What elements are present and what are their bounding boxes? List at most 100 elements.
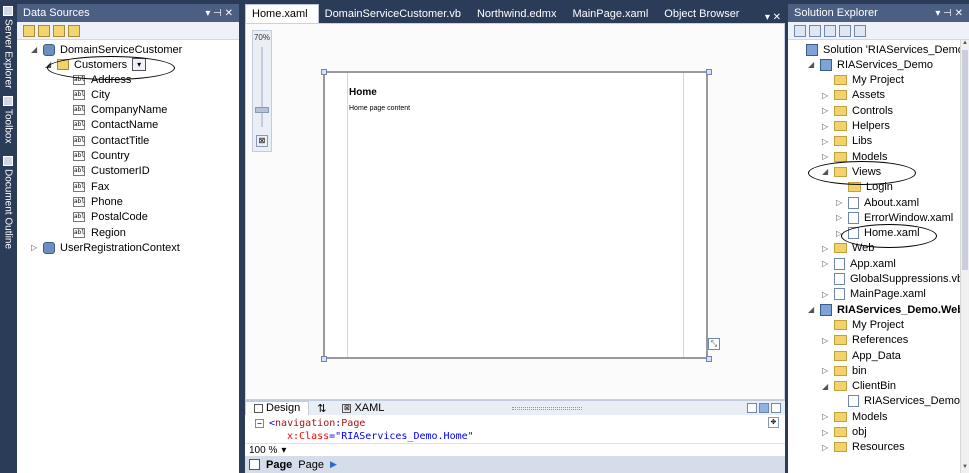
document-outline-tab[interactable]: Document Outline (1, 156, 15, 249)
tab-document[interactable]: DomainServiceCustomer.vb (319, 5, 471, 23)
expand-right-icon[interactable]: ▷ (836, 229, 844, 238)
breadcrumb-next[interactable]: Page (298, 459, 324, 471)
solution-tree-item[interactable]: ▷ App.xaml (822, 256, 896, 271)
tab-xaml[interactable]: ⊠ XAML (334, 401, 392, 416)
outline-collapse-icon[interactable]: − (255, 419, 264, 428)
horizontal-split-icon[interactable] (759, 403, 769, 413)
expand-right-icon[interactable]: ▷ (822, 137, 830, 146)
solution-tree-item[interactable]: My Project (822, 317, 904, 332)
breadcrumb-arrow-icon[interactable]: ▶ (330, 459, 337, 470)
solution-tree-item[interactable]: ▷ Helpers (822, 119, 890, 134)
expand-down-icon[interactable]: ◢ (822, 382, 830, 391)
fit-to-view-icon[interactable]: ⊠ (256, 135, 268, 147)
design-canvas[interactable]: 70% ⊠ Home Home page content ⤡ (245, 23, 785, 400)
expand-right-icon[interactable]: ▷ (822, 244, 830, 253)
resize-handle-top-left[interactable] (321, 69, 327, 75)
resize-handle-bottom-right[interactable] (706, 356, 712, 362)
tree-node-field[interactable]: abl City (73, 87, 110, 102)
expand-right-icon[interactable]: ▷ (822, 290, 830, 299)
toolbox-tab[interactable]: Toolbox (1, 96, 15, 143)
solution-tree-item[interactable]: RIAServices_Demo.xa (836, 394, 969, 409)
solution-tree-item[interactable]: GlobalSuppressions.vb (822, 272, 963, 287)
customers-dropdown-button[interactable]: ▾ (132, 58, 147, 71)
tree-node-customers[interactable]: ◢ Customers ▾ (45, 57, 147, 72)
splitter-grip[interactable] (512, 406, 583, 410)
zoom-slider[interactable]: 70% ⊠ (252, 30, 272, 152)
tab-document[interactable]: Home.xaml (245, 4, 319, 23)
expand-right-icon[interactable]: ▷ (822, 412, 830, 421)
solution-tree-item[interactable]: ▷ About.xaml (836, 195, 919, 210)
xaml-code-pane[interactable]: − <navigation:Page x:Class="RIAServices_… (245, 415, 785, 443)
expand-right-icon[interactable]: ▷ (822, 366, 830, 375)
expand-down-icon[interactable]: ◢ (45, 60, 53, 69)
scroll-thumb[interactable] (962, 50, 968, 270)
expand-right-icon[interactable]: ▷ (836, 198, 844, 207)
panel-window-controls[interactable]: ▾ ⊣ ✕ (205, 8, 233, 19)
tree-node-field[interactable]: abl PostalCode (73, 210, 148, 225)
tree-node-field[interactable]: abl ContactTitle (73, 133, 149, 148)
expand-right-icon[interactable]: ▷ (822, 91, 830, 100)
code-pane-scroll-icon[interactable]: ✥ (768, 417, 779, 428)
solution-tree-item[interactable]: Login (836, 180, 893, 195)
solution-tree-item[interactable]: ▷ MainPage.xaml (822, 287, 926, 302)
solution-tree-item[interactable]: My Project (822, 73, 904, 88)
solution-tree-item[interactable]: App_Data (822, 348, 901, 363)
tree-node-field[interactable]: abl CustomerID (73, 164, 150, 179)
expand-right-icon[interactable]: ▷ (31, 243, 39, 252)
solution-tree-item[interactable]: ▷ Libs (822, 134, 872, 149)
solution-tree-item[interactable]: ▷ References (822, 333, 908, 348)
solution-tree-item[interactable]: ▷ Models (822, 409, 887, 424)
view-designer-icon[interactable] (854, 24, 866, 37)
expand-right-icon[interactable]: ▷ (822, 336, 830, 345)
tab-design[interactable]: Design (245, 400, 310, 416)
solution-explorer-scrollbar[interactable]: ▲ ▼ (960, 40, 969, 473)
scroll-up-icon[interactable]: ▲ (961, 40, 969, 49)
tree-node-field[interactable]: abl Address (73, 72, 131, 87)
swap-panes-button[interactable]: ⇅ (309, 401, 334, 416)
solution-tree-item[interactable]: ▷ Controls (822, 103, 893, 118)
tree-node-field[interactable]: abl Country (73, 149, 130, 164)
solution-tree-item[interactable]: Solution 'RIAServices_Demo' (2 (794, 42, 969, 57)
tree-node-field[interactable]: abl CompanyName (73, 103, 167, 118)
tree-node-field[interactable]: abl Region (73, 225, 126, 240)
configure-icon[interactable] (53, 24, 65, 37)
code-zoom-value[interactable]: 100 % (249, 445, 277, 456)
solution-tree-item[interactable]: ▷ bin (822, 363, 867, 378)
view-code-icon[interactable] (839, 24, 851, 37)
tree-node-domain-service[interactable]: ◢ DomainServiceCustomer (31, 42, 182, 57)
solution-tree-item[interactable]: ◢ ClientBin (822, 379, 896, 394)
expand-right-icon[interactable]: ▷ (836, 213, 844, 222)
tree-node-user-registration-context[interactable]: ▷ UserRegistrationContext (31, 240, 180, 255)
solution-tree-item[interactable]: ▷ Resources (822, 440, 905, 455)
solution-tree-item[interactable]: ▷ obj (822, 425, 867, 440)
expand-down-icon[interactable]: ◢ (31, 45, 39, 54)
resize-handle-bottom-left[interactable] (321, 356, 327, 362)
resize-page-icon[interactable]: ⤡ (708, 338, 720, 350)
expand-right-icon[interactable]: ▷ (822, 122, 830, 131)
tree-node-field[interactable]: abl Fax (73, 179, 109, 194)
solution-tree-item[interactable]: ◢ RIAServices_Demo (808, 57, 933, 72)
tab-document[interactable]: Object Browser (658, 5, 749, 23)
collapse-pane-icon[interactable] (771, 403, 781, 413)
solution-tree-item[interactable]: ◢ Views (822, 164, 881, 179)
tab-window-controls[interactable]: ▾ ✕ (761, 12, 785, 23)
panel-window-controls[interactable]: ▾ ⊣ ✕ (935, 8, 963, 19)
scroll-down-icon[interactable]: ▼ (961, 464, 969, 473)
expand-down-icon[interactable]: ◢ (822, 167, 830, 176)
code-zoom-dropdown-icon[interactable]: ▾ (281, 445, 286, 456)
breadcrumb-current[interactable]: Page (266, 459, 292, 471)
zoom-thumb[interactable] (255, 107, 269, 113)
refresh-icon[interactable] (68, 24, 80, 37)
zoom-track[interactable] (261, 47, 263, 127)
properties-icon[interactable] (794, 24, 806, 37)
server-explorer-tab[interactable]: Server Explorer (1, 6, 15, 88)
solution-tree-item[interactable]: ▷ Web (822, 241, 874, 256)
expand-right-icon[interactable]: ▷ (822, 443, 830, 452)
add-data-source-icon[interactable] (23, 24, 35, 37)
expand-right-icon[interactable]: ▷ (822, 259, 830, 268)
expand-right-icon[interactable]: ▷ (822, 106, 830, 115)
tab-document[interactable]: MainPage.xaml (566, 5, 658, 23)
tree-node-field[interactable]: abl ContactName (73, 118, 158, 133)
resize-handle-top-right[interactable] (706, 69, 712, 75)
solution-tree-item[interactable]: ▷ Assets (822, 88, 885, 103)
